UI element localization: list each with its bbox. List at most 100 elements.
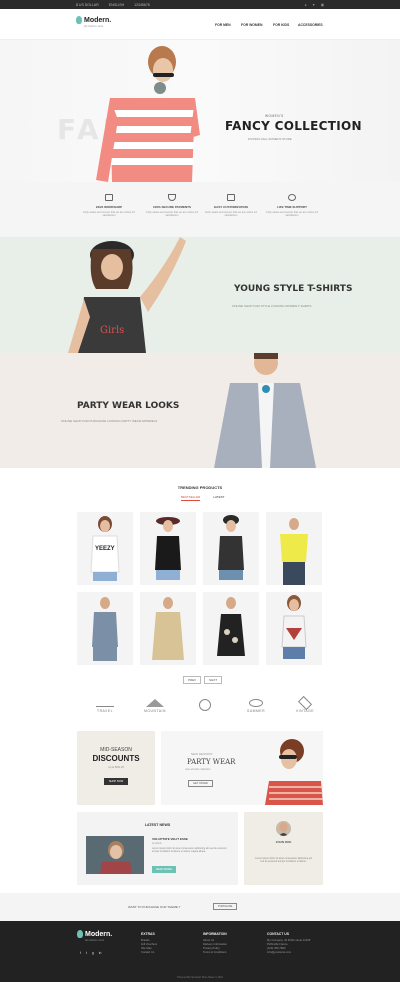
language-selector[interactable]: ENGLISH — [109, 3, 124, 7]
account-icon[interactable]: ● — [304, 3, 306, 7]
nav-item-men[interactable]: FOR MEN — [215, 23, 231, 27]
facebook-icon[interactable]: f — [80, 951, 81, 955]
chat-icon — [288, 194, 296, 201]
phone-number: 12345678 — [134, 2, 150, 7]
testimonial-name: JOHN DOE — [275, 840, 292, 844]
features-row: 24/24 WORKSHOP Fully aware and secure th… — [0, 182, 400, 237]
product-tabs: BESTSELLER LATEST — [181, 495, 224, 501]
next-button[interactable]: NEXT — [204, 676, 223, 684]
hero-model-image — [96, 46, 200, 182]
product-pager: PREV NEXT — [183, 676, 223, 684]
copyright: Powered By OpenCart Store Name © 2024 — [177, 976, 223, 979]
nav-item-women[interactable]: FOR WOMEN — [241, 23, 262, 27]
top-bar: $ US DOLLAR ENGLISH 12345678 ● ♥ ▣ — [0, 0, 400, 9]
product-card[interactable]: YEEZY — [77, 512, 133, 585]
partywear-title: PARTY WEAR LOOKS — [77, 401, 180, 411]
hero-banner[interactable]: FANCY WOMEN'S FANCY COLLECTION DIVINING … — [0, 40, 400, 182]
product-card[interactable] — [266, 592, 322, 665]
news-body: Lorem ipsum dolor sit amet consectetur a… — [152, 847, 227, 854]
brand-travel[interactable]: TRAVEL — [85, 699, 125, 713]
logo-tagline: the fashion store — [84, 25, 104, 28]
purchase-button[interactable]: PURCHASE — [213, 903, 238, 910]
hero-title: FANCY COLLECTION — [225, 119, 362, 133]
partywear-model-image — [214, 353, 316, 468]
discount-banner[interactable]: MID-SEASON DISCOUNTS up to 50% off SHOP … — [77, 731, 155, 805]
feature-payments: 100% SECURE PAYMENTS Fully aware and sec… — [142, 194, 202, 218]
footer-logo[interactable]: Modern. — [77, 930, 112, 938]
svg-text:YEEZY: YEEZY — [95, 546, 115, 552]
product-card[interactable] — [203, 512, 259, 585]
product-card[interactable] — [266, 512, 322, 585]
logo[interactable]: Modern. the fashion store — [76, 16, 111, 28]
feature-customization: EASY CUSTOMIZATION Fully aware and secur… — [201, 194, 261, 218]
logo-icon — [76, 16, 82, 24]
brand-summer[interactable]: SUMMER — [236, 699, 276, 713]
avatar — [276, 821, 291, 836]
news-image[interactable] — [86, 836, 144, 874]
testimonial-quote: Lorem ipsum dolor sit amet consectetur a… — [255, 857, 312, 864]
logo-icon — [77, 930, 83, 938]
product-card[interactable] — [77, 592, 133, 665]
footer-column-information: INFORMATION About Us Delivery Informatio… — [203, 932, 227, 955]
nav-item-kids[interactable]: FOR KIDS — [273, 23, 289, 27]
tshirts-subtitle: ONLINE SHOP FOR STYLE LOOKING WOMEN T-SH… — [232, 304, 312, 308]
feature-workshop: 24/24 WORKSHOP Fully aware and secure th… — [79, 194, 139, 218]
product-image — [155, 517, 181, 580]
trending-title: TRENDING PRODUCTS — [177, 485, 223, 490]
prev-button[interactable]: PREV — [183, 676, 202, 684]
product-card[interactable] — [140, 592, 196, 665]
nav-item-accessories[interactable]: ACCESSORIES — [298, 23, 323, 27]
tab-latest[interactable]: LATEST — [213, 495, 224, 501]
tab-bestseller[interactable]: BESTSELLER — [181, 495, 201, 501]
product-card[interactable] — [203, 592, 259, 665]
purchase-cta: WANT TO PURCHASE OUR THEME ? PURCHASE — [0, 893, 400, 921]
travel-logo-icon — [96, 699, 114, 707]
product-image — [281, 595, 307, 659]
settings-icon — [227, 194, 235, 201]
cta-message: WANT TO PURCHASE OUR THEME ? — [128, 905, 181, 909]
product-image — [280, 518, 308, 585]
twitter-icon[interactable]: t — [86, 951, 87, 955]
product-image: YEEZY — [90, 516, 120, 581]
header: Modern. the fashion store FOR MEN FOR WO… — [0, 9, 400, 40]
sun-logo-icon — [249, 699, 263, 707]
news-title[interactable]: VOLUPTATE VELIT ESSE — [152, 837, 188, 841]
brand-vintage[interactable]: VINTAGE — [285, 695, 325, 713]
footer-tagline: the fashion store — [85, 939, 105, 942]
partywear-promo-image — [265, 739, 323, 805]
product-image — [218, 515, 244, 580]
cart-icon[interactable]: ▣ — [321, 3, 324, 7]
partywear-promo[interactable]: NEW DESIGNS PARTY WEAR new arrivals coll… — [161, 731, 323, 805]
footer-column-contact: CONTACT US My Company, 42 Puffin street … — [267, 932, 311, 955]
vintage-logo-icon — [297, 695, 313, 711]
google-icon[interactable]: g — [92, 951, 94, 955]
tshirts-model-image: Girls — [68, 237, 186, 353]
linkedin-icon[interactable]: in — [99, 951, 102, 955]
product-grid: YEEZY — [77, 512, 323, 667]
news-meta: by Admin — [152, 842, 162, 845]
tshirts-title: YOUNG STYLE T-SHIRTS — [234, 284, 353, 294]
brand-logos: TRAVEL MOUNTAIN SUMMER VINTAGE — [0, 694, 400, 724]
social-links: f t g in — [80, 951, 101, 955]
brand-mountain[interactable]: MOUNTAIN — [135, 699, 175, 713]
monitor-icon — [105, 194, 113, 201]
emblem-logo-icon — [199, 699, 211, 711]
footer-column-extras: EXTRAS Brands Gift Vouchers Site Map Con… — [141, 932, 158, 955]
shop-now-button[interactable]: SHOP NOW — [104, 778, 128, 785]
mountain-logo-icon — [146, 699, 164, 707]
hero-subtitle: DIVINING FALL WOMENS STORE — [248, 137, 292, 141]
brand-emblem[interactable] — [185, 699, 225, 713]
wishlist-icon[interactable]: ♥ — [313, 3, 315, 7]
product-image — [217, 597, 245, 656]
hero-eyebrow: WOMEN'S — [265, 114, 284, 118]
read-more-button[interactable]: READ MORE — [152, 866, 176, 873]
tshirts-banner[interactable]: Girls YOUNG STYLE T-SHIRTS ONLINE SHOP F… — [0, 237, 400, 353]
currency-selector[interactable]: $ US DOLLAR — [76, 3, 99, 7]
latest-news: LATEST NEWS VOLUPTATE VELIT ESSE by Admi… — [77, 812, 238, 885]
product-card[interactable] — [140, 512, 196, 585]
shield-icon — [168, 194, 176, 201]
feature-support: LIFE TIME SUPPORT Fully aware and secure… — [262, 194, 322, 218]
partywear-banner[interactable]: PARTY WEAR LOOKS ONLINE SHOP FOR PURCHAS… — [0, 353, 400, 468]
footer: Modern. the fashion store f t g in EXTRA… — [0, 921, 400, 982]
partywear-subtitle: ONLINE SHOP FOR PURCHASE LOOKING PARTY W… — [61, 419, 158, 423]
